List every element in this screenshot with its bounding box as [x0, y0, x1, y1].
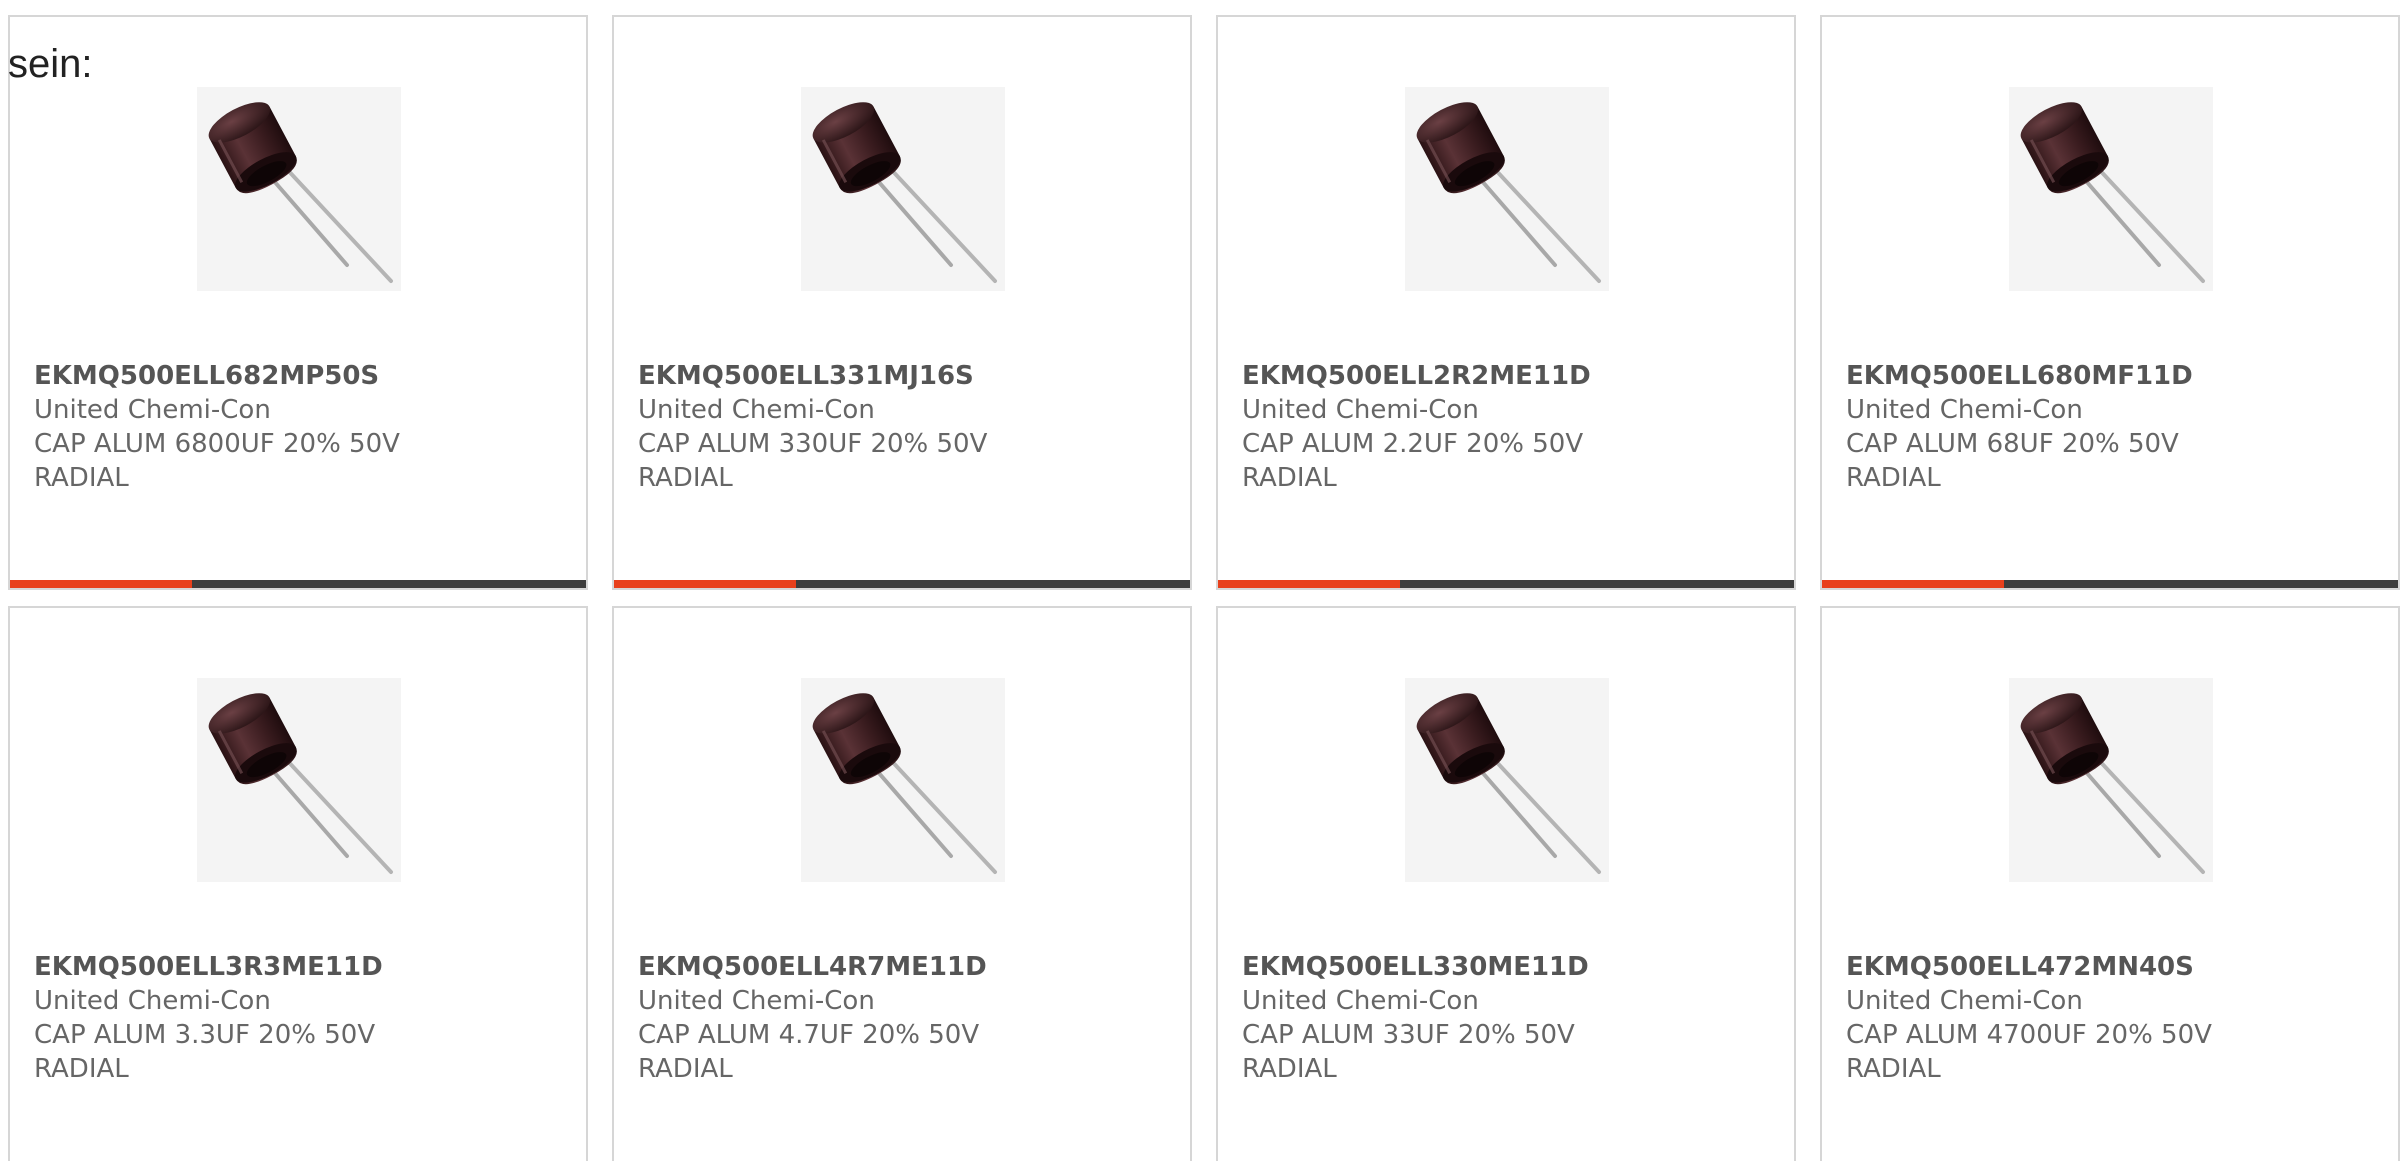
manufacturer-label: United Chemi-Con — [34, 986, 271, 1016]
product-card[interactable]: EKMQ500ELL2R2ME11D United Chemi-Con CAP … — [1216, 15, 1796, 590]
manufacturer-label: United Chemi-Con — [1242, 395, 1479, 425]
card-accent-bar — [10, 580, 586, 588]
intro-text: sein: — [8, 42, 93, 86]
radial-capacitor-icon — [2020, 693, 2205, 874]
product-grid: EKMQ500ELL682MP50S United Chemi-Con CAP … — [8, 15, 2400, 1161]
package-label: RADIAL — [34, 463, 129, 493]
capacitor-image[interactable] — [197, 678, 401, 882]
manufacturer-label: United Chemi-Con — [1242, 986, 1479, 1016]
product-info: EKMQ500ELL330ME11D United Chemi-Con CAP … — [1242, 950, 1774, 1086]
card-accent-bar — [1822, 580, 2398, 588]
capacitor-image[interactable] — [1405, 678, 1609, 882]
product-info: EKMQ500ELL331MJ16S United Chemi-Con CAP … — [638, 359, 1170, 495]
capacitor-image[interactable] — [801, 678, 1005, 882]
part-number-link[interactable]: EKMQ500ELL682MP50S — [34, 359, 566, 393]
capacitor-image[interactable] — [2009, 678, 2213, 882]
package-label: RADIAL — [638, 1054, 733, 1084]
manufacturer-label: United Chemi-Con — [1846, 986, 2083, 1016]
package-label: RADIAL — [1846, 1054, 1941, 1084]
part-number-link[interactable]: EKMQ500ELL680MF11D — [1846, 359, 2378, 393]
radial-capacitor-icon — [208, 693, 393, 874]
part-number-link[interactable]: EKMQ500ELL3R3ME11D — [34, 950, 566, 984]
accent-bar-fill — [10, 580, 192, 588]
product-info: EKMQ500ELL472MN40S United Chemi-Con CAP … — [1846, 950, 2378, 1086]
part-number-link[interactable]: EKMQ500ELL330ME11D — [1242, 950, 1774, 984]
part-number-link[interactable]: EKMQ500ELL472MN40S — [1846, 950, 2378, 984]
radial-capacitor-icon — [2020, 102, 2205, 283]
description-label: CAP ALUM 6800UF 20% 50V — [34, 429, 400, 459]
manufacturer-label: United Chemi-Con — [34, 395, 271, 425]
accent-bar-fill — [1218, 580, 1400, 588]
part-number-link[interactable]: EKMQ500ELL2R2ME11D — [1242, 359, 1774, 393]
product-info: EKMQ500ELL680MF11D United Chemi-Con CAP … — [1846, 359, 2378, 495]
capacitor-image[interactable] — [2009, 87, 2213, 291]
capacitor-image[interactable] — [197, 87, 401, 291]
description-label: CAP ALUM 2.2UF 20% 50V — [1242, 429, 1584, 459]
description-label: CAP ALUM 330UF 20% 50V — [638, 429, 988, 459]
description-label: CAP ALUM 4.7UF 20% 50V — [638, 1020, 980, 1050]
product-card[interactable]: EKMQ500ELL472MN40S United Chemi-Con CAP … — [1820, 606, 2400, 1161]
product-card[interactable]: EKMQ500ELL330ME11D United Chemi-Con CAP … — [1216, 606, 1796, 1161]
product-info: EKMQ500ELL2R2ME11D United Chemi-Con CAP … — [1242, 359, 1774, 495]
product-card[interactable]: EKMQ500ELL4R7ME11D United Chemi-Con CAP … — [612, 606, 1192, 1161]
radial-capacitor-icon — [812, 102, 997, 283]
manufacturer-label: United Chemi-Con — [638, 986, 875, 1016]
product-info: EKMQ500ELL4R7ME11D United Chemi-Con CAP … — [638, 950, 1170, 1086]
product-card[interactable]: EKMQ500ELL682MP50S United Chemi-Con CAP … — [8, 15, 588, 590]
part-number-link[interactable]: EKMQ500ELL4R7ME11D — [638, 950, 1170, 984]
package-label: RADIAL — [1242, 463, 1337, 493]
package-label: RADIAL — [638, 463, 733, 493]
manufacturer-label: United Chemi-Con — [1846, 395, 2083, 425]
description-label: CAP ALUM 68UF 20% 50V — [1846, 429, 2179, 459]
package-label: RADIAL — [34, 1054, 129, 1084]
radial-capacitor-icon — [208, 102, 393, 283]
product-card[interactable]: EKMQ500ELL3R3ME11D United Chemi-Con CAP … — [8, 606, 588, 1161]
description-label: CAP ALUM 4700UF 20% 50V — [1846, 1020, 2212, 1050]
package-label: RADIAL — [1242, 1054, 1337, 1084]
capacitor-image[interactable] — [801, 87, 1005, 291]
card-accent-bar — [1218, 580, 1794, 588]
package-label: RADIAL — [1846, 463, 1941, 493]
product-info: EKMQ500ELL3R3ME11D United Chemi-Con CAP … — [34, 950, 566, 1086]
product-info: EKMQ500ELL682MP50S United Chemi-Con CAP … — [34, 359, 566, 495]
description-label: CAP ALUM 3.3UF 20% 50V — [34, 1020, 376, 1050]
card-accent-bar — [614, 580, 1190, 588]
product-card[interactable]: EKMQ500ELL680MF11D United Chemi-Con CAP … — [1820, 15, 2400, 590]
description-label: CAP ALUM 33UF 20% 50V — [1242, 1020, 1575, 1050]
radial-capacitor-icon — [1416, 102, 1601, 283]
accent-bar-fill — [1822, 580, 2004, 588]
radial-capacitor-icon — [812, 693, 997, 874]
manufacturer-label: United Chemi-Con — [638, 395, 875, 425]
capacitor-image[interactable] — [1405, 87, 1609, 291]
product-card[interactable]: EKMQ500ELL331MJ16S United Chemi-Con CAP … — [612, 15, 1192, 590]
accent-bar-fill — [614, 580, 796, 588]
part-number-link[interactable]: EKMQ500ELL331MJ16S — [638, 359, 1170, 393]
radial-capacitor-icon — [1416, 693, 1601, 874]
